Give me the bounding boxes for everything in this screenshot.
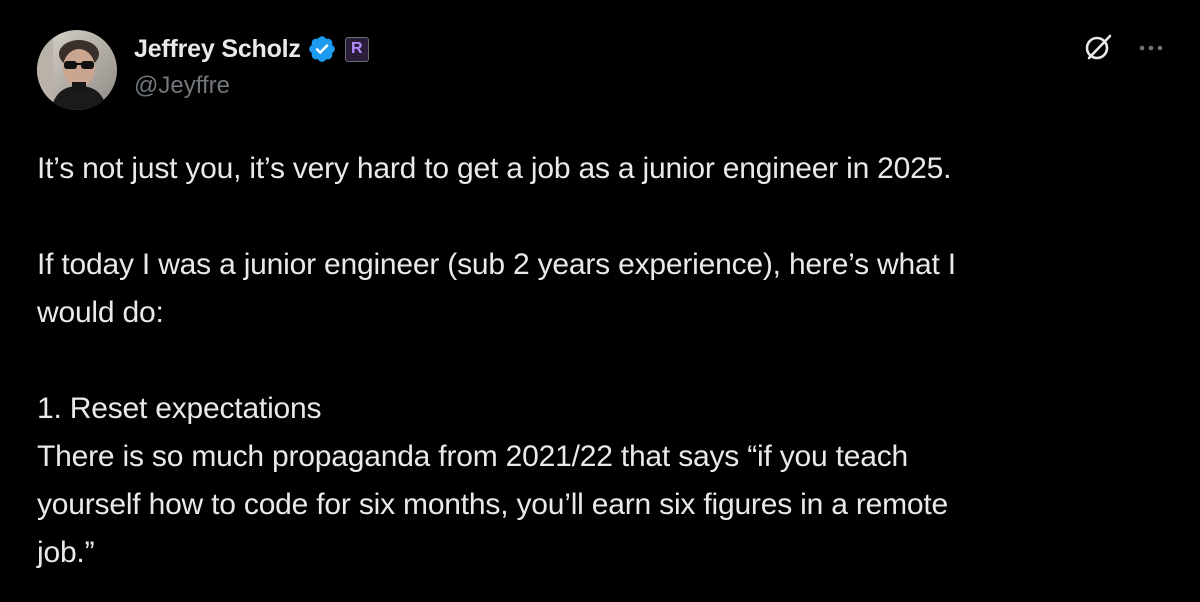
- more-options-icon[interactable]: [1136, 38, 1166, 58]
- tweet-paragraph: It’s not just you, it’s very hard to get…: [37, 152, 952, 185]
- tweet-line: would do:: [37, 296, 164, 329]
- grok-icon[interactable]: [1083, 32, 1113, 62]
- author-name-row: Jeffrey Scholz R: [134, 31, 369, 67]
- author-display-name[interactable]: Jeffrey Scholz: [134, 35, 301, 64]
- tweet-line: There is so much propaganda from 2021/22…: [37, 440, 909, 473]
- avatar-image: [37, 30, 117, 110]
- tweet-line: yourself how to code for six months, you…: [37, 488, 949, 521]
- tweet-text: It’s not just you, it’s very hard to get…: [37, 145, 1162, 577]
- author-handle[interactable]: @Jeyffre: [134, 72, 230, 100]
- verified-badge-icon[interactable]: [307, 34, 337, 64]
- tweet-line: job.”: [37, 536, 95, 569]
- tweet-list-heading: 1. Reset expectations: [37, 392, 322, 425]
- avatar[interactable]: [37, 30, 117, 110]
- tweet-card: Jeffrey Scholz R @Jeyffre It’s not just …: [0, 0, 1200, 602]
- affiliate-badge[interactable]: R: [344, 36, 369, 62]
- tweet-line: If today I was a junior engineer (sub 2 …: [37, 248, 956, 281]
